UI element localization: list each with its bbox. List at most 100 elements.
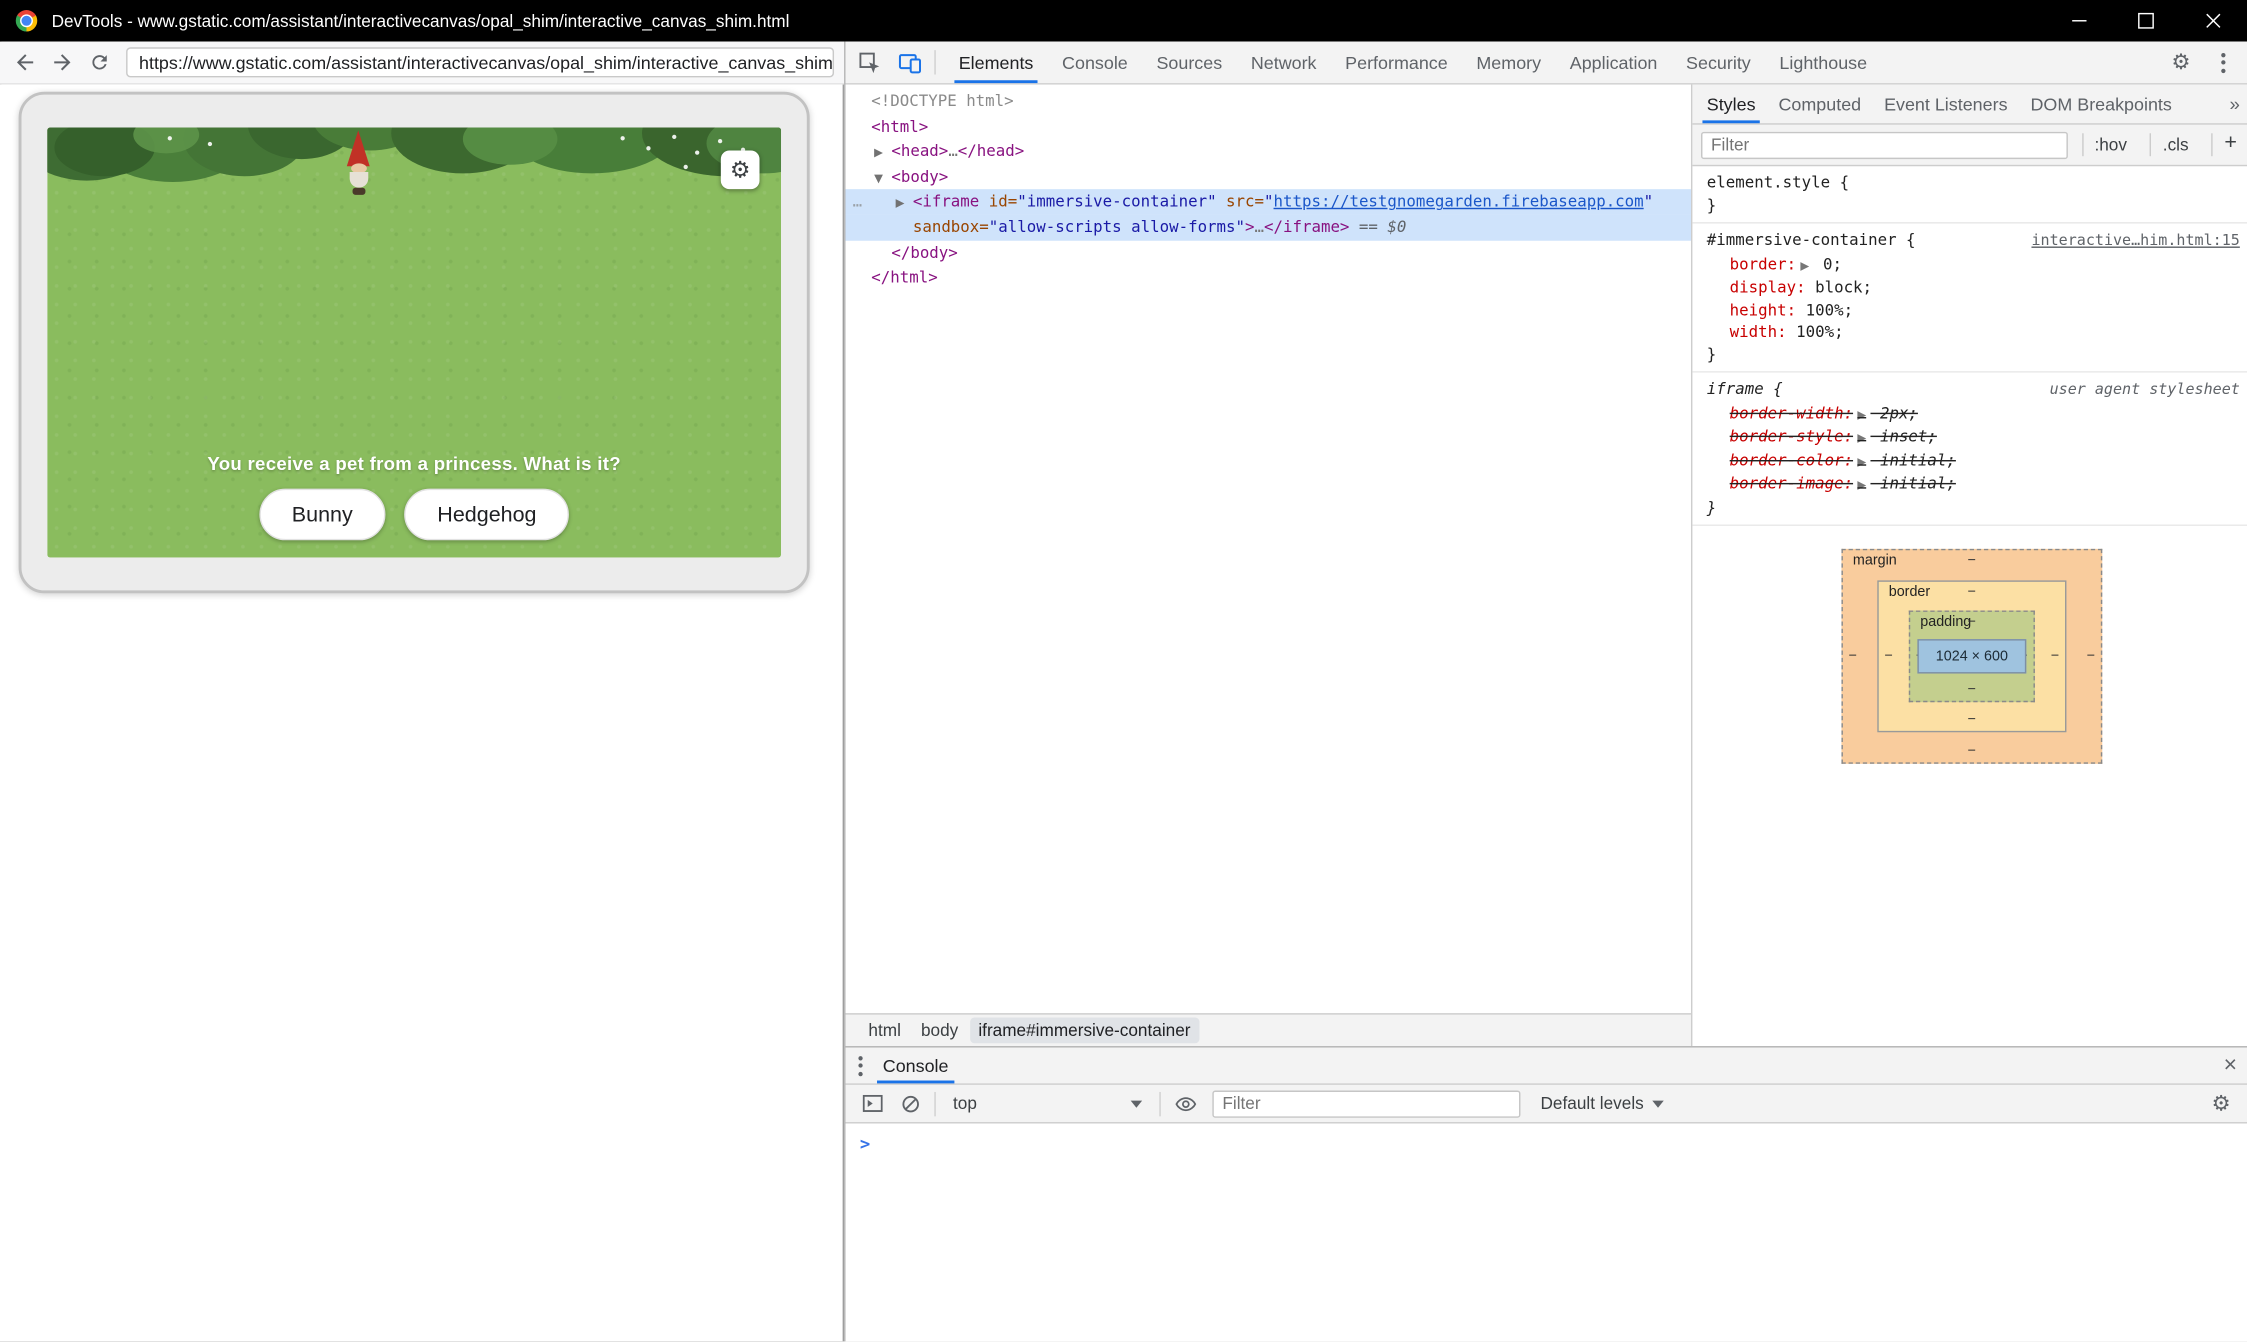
border-label: border (1889, 585, 1930, 601)
sidebar-tab-computed[interactable]: Computed (1767, 85, 1873, 124)
breadcrumb-item[interactable]: html (860, 1017, 910, 1043)
box-model-content[interactable]: 1024 × 600 (1917, 639, 2026, 673)
clear-console-button[interactable] (894, 1088, 926, 1120)
box-model-dash: − (2051, 648, 2059, 664)
inspect-element-button[interactable] (850, 44, 887, 81)
rule-selector[interactable]: element.style { (1707, 172, 1849, 194)
sidebar-tab-dom-breakpoints[interactable]: DOM Breakpoints (2019, 85, 2183, 124)
code-token[interactable]: https://testgnomegarden.firebaseapp.com (1274, 193, 1644, 212)
tab-console[interactable]: Console (1048, 42, 1142, 84)
stylesheet-source-link: user agent stylesheet (2050, 380, 2240, 402)
close-window-button[interactable] (2180, 0, 2247, 42)
styles-filter-bar: :hov .cls + (1692, 125, 2247, 167)
collapsed-arrow-icon[interactable]: ▶ (896, 191, 905, 216)
sidebar-tab-event-listeners[interactable]: Event Listeners (1873, 85, 2019, 124)
close-drawer-button[interactable]: × (2224, 1048, 2237, 1084)
code-token: " (1264, 193, 1273, 212)
console-log-area[interactable]: > (845, 1124, 2247, 1343)
style-property[interactable]: border-image:▶ initial; (1692, 473, 2247, 497)
box-model-dash: − (1968, 585, 1976, 601)
box-model-margin[interactable]: margin − − − − border − − − − padding − (1841, 549, 2102, 764)
devtools-settings-button[interactable]: ⚙ (2162, 44, 2199, 81)
console-settings-button[interactable]: ⚙ (2205, 1088, 2237, 1120)
tab-elements[interactable]: Elements (944, 42, 1047, 84)
minimize-button[interactable] (2045, 0, 2112, 42)
dom-tree-line[interactable]: </body> (845, 240, 1690, 265)
gear-icon: ⚙ (2212, 1093, 2231, 1114)
reload-button[interactable] (80, 44, 117, 81)
box-model-border[interactable]: border − − − − padding − − − − 1024 × 60… (1877, 580, 2066, 732)
log-levels-selector[interactable]: Default levels (1541, 1093, 1664, 1113)
expand-shorthand-icon[interactable]: ▶ (1853, 479, 1870, 492)
console-filter-input[interactable] (1212, 1090, 1520, 1117)
dom-tree-line[interactable]: <!DOCTYPE html> (845, 89, 1690, 114)
maximize-button[interactable] (2112, 0, 2179, 42)
style-property[interactable]: height: 100%; (1692, 299, 2247, 321)
console-sidebar-toggle[interactable] (857, 1088, 889, 1120)
elements-breadcrumbs: htmlbodyiframe#immersive-container (845, 1013, 1690, 1046)
code-token: <html> (871, 117, 928, 136)
expand-shorthand-icon[interactable]: ▶ (1853, 455, 1870, 468)
style-property[interactable]: display: block; (1692, 277, 2247, 299)
choice-button-bunny[interactable]: Bunny (259, 489, 386, 541)
tab-sources[interactable]: Sources (1142, 42, 1236, 84)
more-vertical-icon (2220, 52, 2224, 72)
expand-shorthand-icon[interactable]: ▶ (1853, 408, 1870, 421)
devtools-menu-button[interactable] (2204, 44, 2241, 81)
box-model-dash: − (1849, 648, 1857, 664)
expand-shorthand-icon[interactable]: ▶ (1796, 259, 1813, 272)
console-drawer-tab[interactable]: Console (877, 1048, 954, 1084)
choice-button-hedgehog[interactable]: Hedgehog (404, 489, 569, 541)
dom-tree-line[interactable]: ▼<body> (845, 164, 1690, 189)
live-expression-button[interactable] (1169, 1088, 1201, 1120)
breadcrumb-item[interactable]: iframe#immersive-container (970, 1017, 1199, 1043)
sidebar-tabs-overflow-icon[interactable]: » (2229, 93, 2239, 114)
forward-button[interactable] (43, 44, 80, 81)
element-options-icon[interactable]: … (853, 190, 861, 215)
tab-application[interactable]: Application (1555, 42, 1671, 84)
code-token: "allow-scripts allow-forms" (989, 218, 1245, 237)
style-rule: #immersive-container { interactive…him.ht… (1692, 224, 2247, 373)
style-property[interactable]: width: 100%; (1692, 321, 2247, 343)
style-rule: iframe { user agent stylesheetborder-widt… (1692, 373, 2247, 526)
style-property[interactable]: border:▶ 0; (1692, 253, 2247, 277)
address-bar[interactable]: https://www.gstatic.com/assistant/intera… (126, 47, 834, 77)
dom-tree-line[interactable]: ▶<head>…</head> (845, 139, 1690, 164)
expand-shorthand-icon[interactable]: ▶ (1853, 431, 1870, 444)
dropdown-caret-icon (1652, 1100, 1663, 1107)
box-model-padding[interactable]: padding − − − − 1024 × 600 (1909, 610, 2035, 702)
code-token: </body> (891, 243, 957, 262)
style-property[interactable]: border-color:▶ initial; (1692, 449, 2247, 473)
stylesheet-source-link[interactable]: interactive…him.html:15 (2031, 231, 2239, 253)
collapsed-arrow-icon[interactable]: ▶ (874, 141, 883, 166)
tab-memory[interactable]: Memory (1462, 42, 1555, 84)
drawer-menu-icon[interactable] (858, 1055, 862, 1075)
dom-tree-line[interactable]: sandbox="allow-scripts allow-forms">…</i… (845, 215, 1690, 240)
margin-label: margin (1853, 553, 1897, 569)
tab-lighthouse[interactable]: Lighthouse (1765, 42, 1881, 84)
execution-context-selector[interactable]: top (944, 1093, 1150, 1113)
tab-performance[interactable]: Performance (1331, 42, 1462, 84)
dom-tree-line[interactable]: <html> (845, 114, 1690, 139)
style-property[interactable]: border-style:▶ inset; (1692, 426, 2247, 450)
answer-choices: Bunny Hedgehog (47, 489, 781, 541)
toggle-hover-state-button[interactable]: :hov (2082, 133, 2139, 156)
styles-filter-input[interactable] (1701, 131, 2067, 158)
console-prompt-icon[interactable]: > (860, 1134, 870, 1154)
game-settings-button[interactable]: ⚙ (721, 150, 760, 189)
window-title: DevTools - www.gstatic.com/assistant/int… (52, 11, 790, 31)
new-style-rule-button[interactable]: + (2212, 133, 2247, 156)
rule-selector[interactable]: #immersive-container { (1707, 229, 1916, 251)
dom-tree-line[interactable]: …▶<iframe id="immersive-container" src="… (845, 190, 1690, 215)
rule-selector[interactable]: iframe { (1707, 378, 1783, 400)
tab-network[interactable]: Network (1236, 42, 1330, 84)
tab-security[interactable]: Security (1672, 42, 1765, 84)
breadcrumb-item[interactable]: body (912, 1017, 967, 1043)
sidebar-tab-styles[interactable]: Styles (1695, 85, 1767, 124)
expanded-arrow-icon[interactable]: ▼ (874, 166, 883, 191)
device-toolbar-toggle[interactable] (891, 44, 928, 81)
toggle-class-button[interactable]: .cls (2150, 133, 2200, 156)
dom-tree-line[interactable]: </html> (845, 265, 1690, 290)
back-button[interactable] (6, 44, 43, 81)
style-property[interactable]: border-width:▶ 2px; (1692, 402, 2247, 426)
